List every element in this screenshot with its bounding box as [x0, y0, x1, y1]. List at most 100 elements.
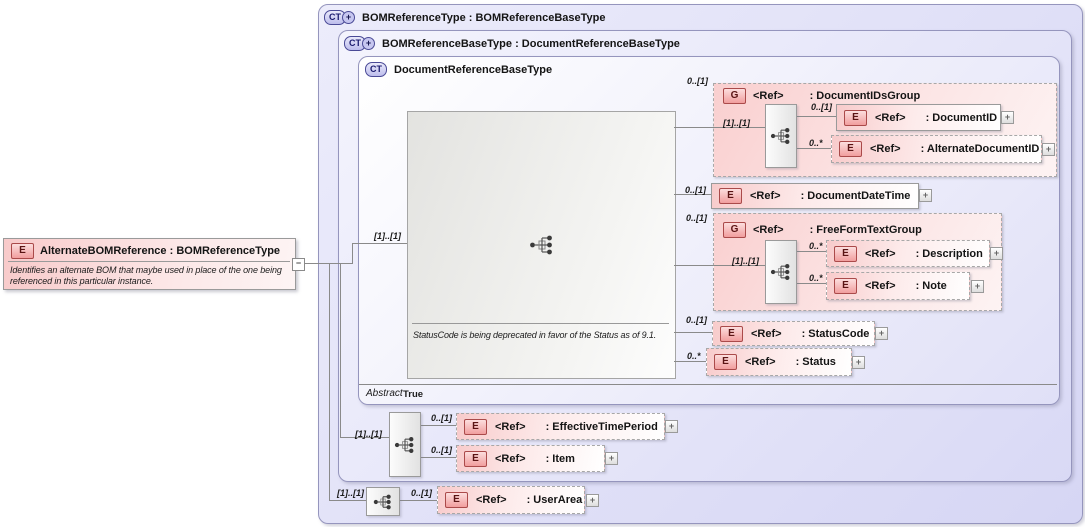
element-statuscode[interactable]: E <Ref> : StatusCode [712, 321, 875, 346]
deprecation-note: StatusCode is being deprecated in favor … [413, 330, 657, 340]
divider [412, 323, 669, 324]
element-icon: E [714, 354, 737, 370]
element-name: : Description [915, 247, 983, 260]
cardinality-label: 0..* [809, 138, 823, 148]
connector-line [419, 425, 456, 426]
element-documentid[interactable]: E <Ref> : DocumentID [836, 104, 1001, 131]
group-name: : FreeFormTextGroup [809, 224, 922, 236]
cardinality-label: 0..[1] [686, 315, 708, 325]
cardinality-label: 0..[1] [411, 488, 433, 498]
ref-label: <Ref> [476, 494, 507, 506]
expand-icon[interactable]: + [665, 420, 678, 433]
complextype-header[interactable]: CT + BOMReferenceType : BOMReferenceBaseT… [324, 10, 606, 25]
group-header[interactable]: G <Ref> : FreeFormTextGroup [723, 222, 922, 238]
connector-line [329, 500, 366, 501]
cardinality-label: 0..* [809, 241, 823, 251]
element-description[interactable]: E <Ref> : Description [826, 240, 990, 267]
element-name: : AlternateDocumentID [920, 143, 1040, 155]
cardinality-label: 0..[1] [431, 445, 453, 455]
element-item[interactable]: E <Ref> : Item [456, 445, 605, 472]
connector-line [795, 283, 826, 284]
ref-label: <Ref> [753, 90, 784, 102]
element-icon: E [445, 492, 468, 508]
expand-icon[interactable]: + [971, 280, 984, 293]
element-icon: E [839, 141, 862, 157]
element-icon: E [464, 418, 487, 435]
cardinality-label: 0..[1] [811, 102, 833, 112]
complextype-icon: CT [365, 62, 387, 77]
cardinality-label: 0..[1] [685, 185, 707, 195]
cardinality-label: 0..[1] [687, 76, 709, 86]
complextype-header[interactable]: CT + BOMReferenceBaseType : DocumentRefer… [344, 36, 680, 51]
complextype-header[interactable]: CT DocumentReferenceBaseType [365, 62, 552, 77]
connector-line [352, 243, 353, 264]
connector-line [398, 500, 437, 501]
connector-line [795, 116, 836, 117]
element-name: : DocumentDateTime [800, 190, 911, 202]
element-name: : Item [545, 452, 575, 465]
group-icon: G [723, 222, 746, 238]
element-annotation: Identifies an alternate BOM that maybe u… [10, 265, 282, 286]
sequence-icon-basetype[interactable] [389, 412, 421, 477]
connector-line [795, 251, 826, 252]
cardinality-label: [1]..[1] [374, 231, 401, 241]
ref-label: <Ref> [753, 224, 784, 236]
element-icon: E [834, 245, 857, 262]
element-note[interactable]: E <Ref> : Note [826, 272, 970, 300]
expand-icon[interactable]: + [605, 452, 618, 465]
sequence-icon [373, 494, 391, 509]
cardinality-label: 0..* [687, 351, 701, 361]
element-documentdatetime[interactable]: E <Ref> : DocumentDateTime [711, 183, 919, 209]
element-icon: E [834, 278, 857, 294]
expand-icon[interactable]: + [919, 189, 932, 202]
divider [8, 261, 290, 262]
abstract-value: True [403, 389, 424, 400]
expand-icon[interactable]: + [1001, 111, 1014, 124]
element-userarea[interactable]: E <Ref> : UserArea [437, 486, 585, 514]
group-icon: G [723, 88, 746, 104]
derived-type-icon: + [342, 11, 355, 24]
expand-icon[interactable]: + [875, 327, 888, 340]
element-name: : UserArea [526, 494, 583, 506]
cardinality-label: 0..[1] [686, 213, 708, 223]
expand-icon[interactable]: + [1042, 143, 1055, 156]
complextype-title: BOMReferenceType : BOMReferenceBaseType [362, 11, 606, 24]
ref-label: <Ref> [865, 280, 896, 292]
element-status[interactable]: E <Ref> : Status [706, 348, 852, 376]
element-icon: E [11, 243, 34, 259]
connector-line [674, 332, 712, 333]
ref-label: <Ref> [750, 190, 781, 202]
element-alternatebomreference[interactable]: E AlternateBOMReference : BOMReferenceTy… [3, 238, 296, 290]
element-name: : Status [795, 356, 836, 368]
ref-label: <Ref> [495, 452, 526, 465]
complextype-title: BOMReferenceBaseType : DocumentReference… [382, 37, 680, 50]
sequence-icon-documentidsgroup[interactable] [765, 104, 797, 168]
expand-icon[interactable]: + [586, 494, 599, 507]
collapse-icon[interactable]: − [292, 258, 305, 271]
cardinality-label: [1]..[1] [337, 488, 364, 498]
cardinality-label: 0..[1] [431, 413, 453, 423]
connector-line [329, 263, 330, 500]
sequence-icon [770, 128, 790, 144]
element-alternatedocumentid[interactable]: E <Ref> : AlternateDocumentID [831, 135, 1042, 163]
connector-line [419, 457, 456, 458]
connector-line [674, 361, 706, 362]
group-name: : DocumentIDsGroup [809, 90, 921, 102]
element-icon: E [720, 325, 743, 342]
connector-line [303, 263, 352, 264]
connector-line [352, 243, 407, 244]
sequence-icon-freeformtextgroup[interactable] [765, 240, 797, 304]
element-name: : DocumentID [925, 111, 998, 124]
expand-icon[interactable]: + [990, 247, 1003, 260]
connector-line [674, 127, 765, 128]
element-effectivetimeperiod[interactable]: E <Ref> : EffectiveTimePeriod [456, 413, 665, 440]
connector-line [340, 263, 341, 437]
abstract-label: Abstract [366, 388, 403, 399]
sequence-icon-roottype[interactable] [366, 487, 400, 516]
element-icon: E [464, 450, 487, 467]
schema-diagram: CT + BOMReferenceType : BOMReferenceBaseT… [0, 0, 1085, 527]
expand-icon[interactable]: + [852, 356, 865, 369]
derived-type-icon: + [362, 37, 375, 50]
element-title: AlternateBOMReference : BOMReferenceType [40, 245, 281, 257]
divider [359, 384, 1057, 385]
